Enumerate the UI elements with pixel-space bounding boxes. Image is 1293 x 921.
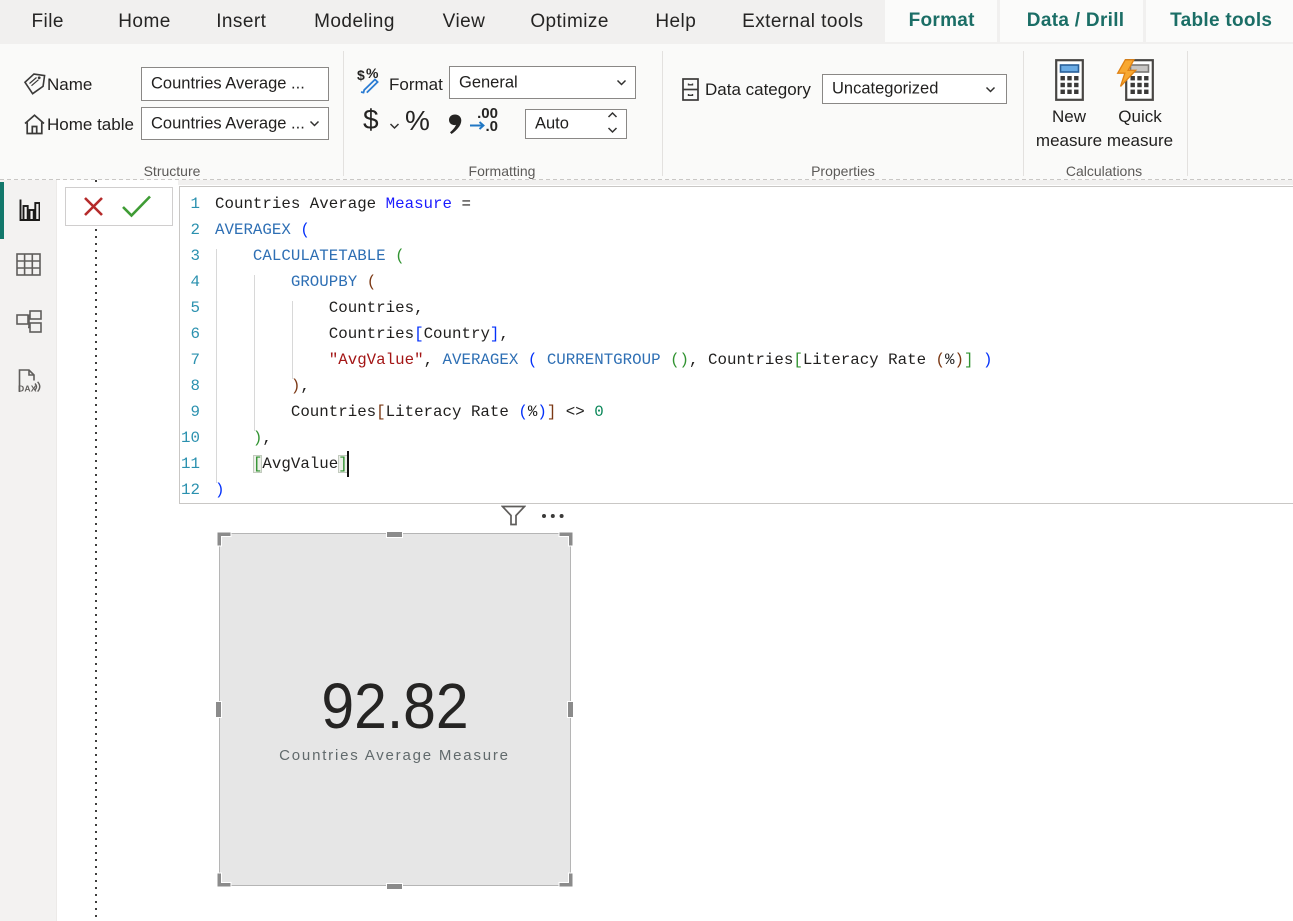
svg-text:DAX: DAX — [18, 384, 37, 394]
